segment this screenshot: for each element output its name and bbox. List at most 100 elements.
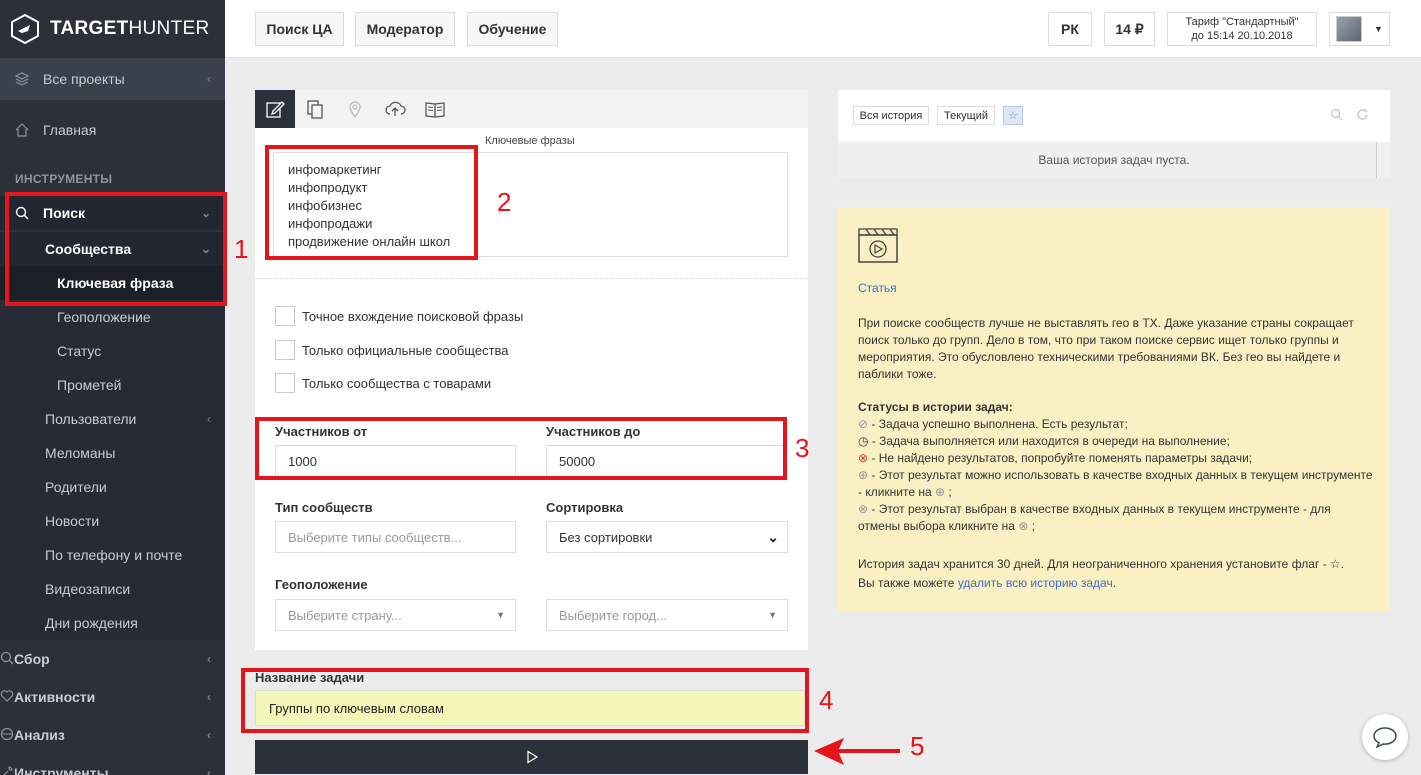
community-type-label: Тип сообществ [275,500,373,515]
sidebar-item-search[interactable]: Поиск ⌄ [0,196,225,230]
chat-button[interactable] [1362,714,1408,760]
checkbox-label: Только официальные сообщества [302,342,509,358]
community-type-select[interactable]: Выберите типы сообществ... [275,521,516,553]
status-selected-input: ⊗ - Этот результат выбран в качестве вхо… [858,501,1373,535]
history-empty-message: Ваша история задач пуста. [838,142,1390,178]
status-not-found: ⊗ - Не найдено результатов, попробуйте п… [858,450,1373,467]
checkbox-label: Точное вхождение поисковой фразы [302,308,524,324]
article-link[interactable]: Статья [858,280,1373,297]
home-icon [14,122,30,138]
chevron-left-icon: ‹ [207,728,211,742]
with-goods-checkbox-row[interactable]: Только сообщества с товарами [275,373,491,393]
play-icon [526,750,538,764]
tool-tabs [255,90,808,128]
sidebar-item-collect[interactable]: Сбор ‹ [0,640,225,678]
tab-upload[interactable] [375,90,415,128]
members-from-input[interactable]: 1000 [275,445,516,477]
all-history-button[interactable]: Вся история [853,106,929,125]
x-circle-icon: ⊗ [1018,519,1029,533]
sidebar-item-news[interactable]: Новости [0,504,225,538]
sidebar-item-keyword-phrase[interactable]: Ключевая фраза [0,266,225,300]
balance-button[interactable]: 14 ₽ [1104,12,1155,46]
sidebar-item-analysis[interactable]: Анализ ‹ [0,716,225,754]
chevron-down-icon: ⌄ [767,528,779,545]
tab-keywords[interactable] [255,90,295,128]
info-paragraph: При поиске сообществ лучше не выставлять… [858,316,1354,381]
tab-location[interactable] [335,90,375,128]
task-name-label: Название задачи [255,670,365,685]
status-running: ◷ - Задача выполняется или находится в о… [858,433,1373,450]
status-text: - Этот результат выбран в качестве входн… [858,502,1331,533]
exact-match-checkbox-row[interactable]: Точное вхождение поисковой фразы [275,306,523,326]
search-icon [14,205,30,221]
sidebar-item-phone-email[interactable]: По телефону и почте [0,538,225,572]
status-text: - Задача выполняется или находится в оче… [871,434,1230,448]
avatar [1336,16,1362,42]
sort-label: Сортировка [546,500,624,515]
sidebar-item-birthdays[interactable]: Дни рождения [0,606,225,640]
sort-select[interactable]: Без сортировки ⌄ [546,521,788,553]
search-icon[interactable] [1330,108,1343,124]
sidebar-item-prometheus[interactable]: Прометей [0,368,225,402]
keywords-textarea[interactable]: инфомаркетинг инфопродукт инфобизнес инф… [273,152,788,257]
keyword-line: инфопродукт [288,180,368,195]
annotation-number-2: 2 [497,187,512,217]
user-menu[interactable]: ▼ [1329,12,1390,46]
sidebar-item-users[interactable]: Пользователи ‹ [0,402,225,436]
sidebar-item-projects[interactable]: Все проекты ‹ [0,58,225,100]
sidebar-item-communities[interactable]: Сообщества ⌄ [0,232,225,266]
sidebar-item-home[interactable]: Главная [0,110,225,150]
scrollbar-track [1376,142,1377,178]
sidebar-item-instruments[interactable]: Инструменты ‹ [0,754,225,775]
tab-book[interactable] [415,90,455,128]
geo-label: Геоположение [275,577,368,592]
plus-circle-icon: ⊕ [858,468,869,482]
sidebar-item-music-lovers[interactable]: Меломаны [0,436,225,470]
exact-match-checkbox[interactable] [275,306,295,326]
tariff-info[interactable]: Тариф "Стандартный" до 15:14 20.10.2018 [1167,12,1317,46]
history-retention-note: История задач хранится 30 дней. Для неог… [858,557,1345,571]
chat-bubble-icon [1373,727,1397,748]
sidebar: TARGETHUNTER Все проекты ‹ Главная ИНСТР… [0,0,225,775]
moderator-button[interactable]: Модератор [355,12,455,46]
sidebar-item-status[interactable]: Статус [0,334,225,368]
sidebar-item-activities[interactable]: Активности ‹ [0,678,225,716]
star-filter-button[interactable]: ☆ [1003,106,1023,125]
annotation-number-5: 5 [910,731,925,761]
current-history-button[interactable]: Текущий [937,106,995,125]
with-goods-checkbox[interactable] [275,373,295,393]
members-to-input[interactable]: 50000 [546,445,787,477]
tab-copy[interactable] [295,90,335,128]
layers-icon [14,71,30,87]
checkbox-label: Только сообщества с товарами [302,375,492,391]
run-button[interactable] [255,740,808,774]
city-select[interactable]: Выберите город... ▼ [546,599,788,631]
sort-value: Без сортировки [559,529,653,545]
divider [255,278,808,279]
status-text: - Не найдено результатов, попробуйте пом… [871,451,1253,465]
rk-button[interactable]: РК [1048,12,1092,46]
official-only-checkbox-row[interactable]: Только официальные сообщества [275,340,509,360]
search-ca-button[interactable]: Поиск ЦА [255,12,344,46]
check-circle-icon: ⊘ [858,417,869,431]
learning-button[interactable]: Обучение [467,12,558,46]
annotation-number-3: 3 [795,433,810,463]
refresh-icon[interactable] [1356,108,1369,124]
tariff-expiry: до 15:14 20.10.2018 [1191,30,1293,42]
sidebar-item-label: Активности [14,689,96,705]
logo[interactable]: TARGETHUNTER [0,0,225,58]
globe-icon [0,727,14,744]
task-name-input[interactable]: Группы по ключевым словам [255,690,805,726]
sidebar-item-geolocation[interactable]: Геоположение [0,300,225,334]
plus-circle-icon: ⊕ [935,485,946,499]
sidebar-item-videos[interactable]: Видеозаписи [0,572,225,606]
search-form-panel: Ключевые фразы инфомаркетинг инфопродукт… [255,90,808,650]
sidebar-item-label: Анализ [14,727,65,743]
copy-icon [307,100,323,119]
status-text: ; [1031,519,1036,533]
country-select[interactable]: Выберите страну... ▼ [275,599,516,631]
wrench-icon [0,765,14,775]
sidebar-item-parents[interactable]: Родители [0,470,225,504]
delete-history-link[interactable]: удалить всю историю задач [958,576,1113,590]
official-only-checkbox[interactable] [275,340,295,360]
